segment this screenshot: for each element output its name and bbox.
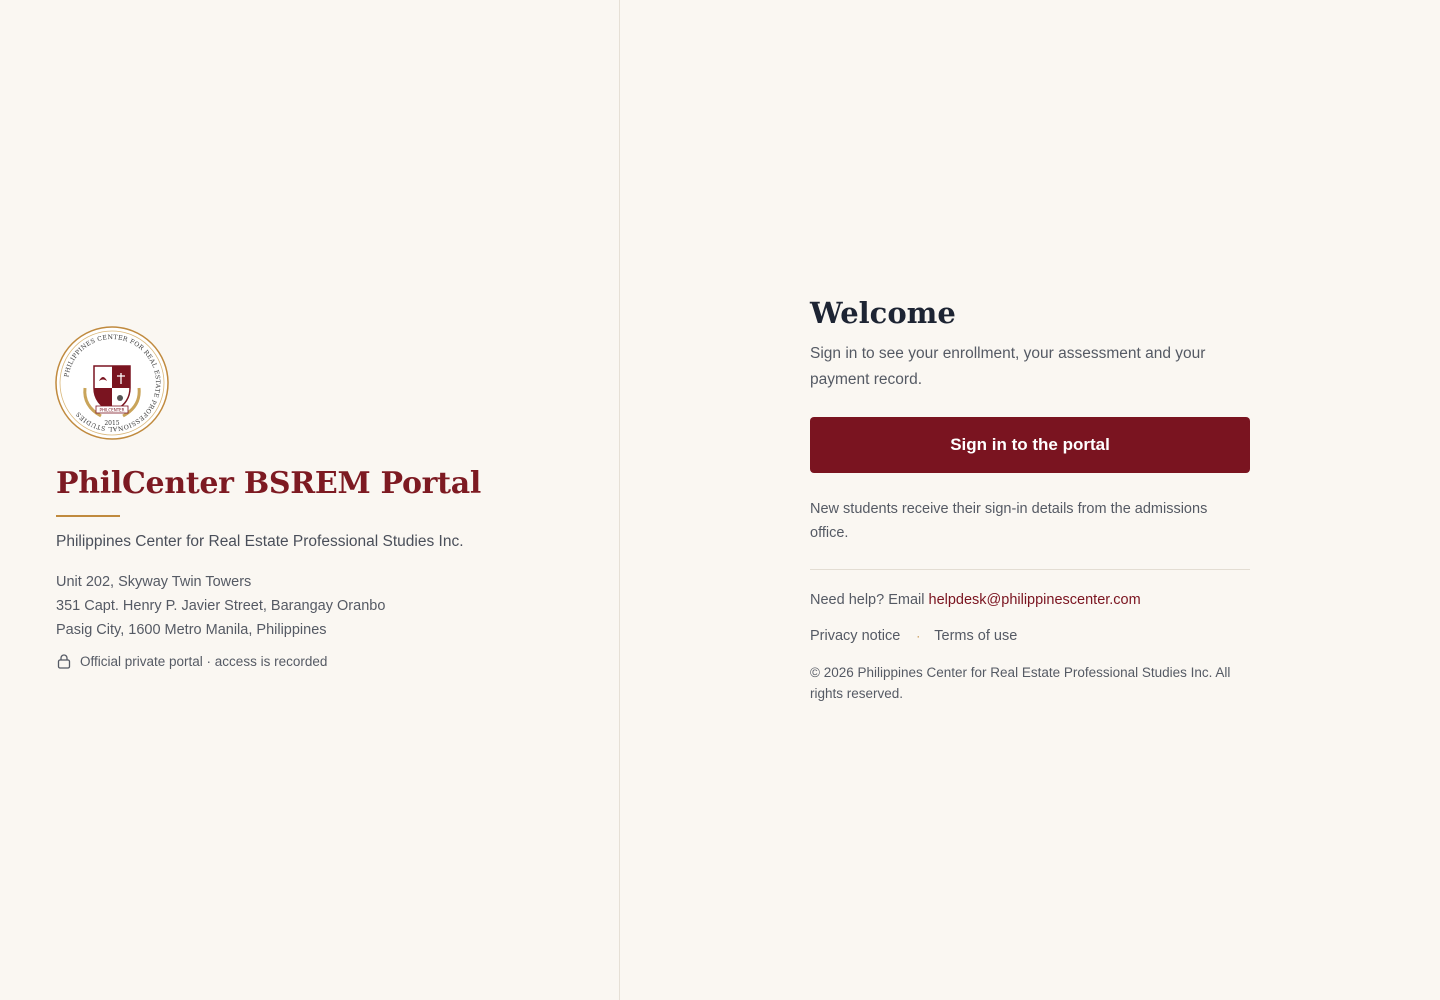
copyright-text: © 2026 Philippines Center for Real Estat…: [810, 665, 1231, 701]
address-line: Pasig City, 1600 Metro Manila, Philippin…: [56, 622, 327, 638]
svg-text:PHILCENTER: PHILCENTER: [100, 408, 125, 413]
brand-panel: PHILIPPINES CENTER FOR REAL ESTATE PROFE…: [0, 0, 620, 1000]
helpdesk-email-link[interactable]: helpdesk@philippinescenter.com: [929, 592, 1141, 608]
help-prefix: Need help? Email: [810, 592, 929, 608]
welcome-subheading: Sign in to see your enrollment, your ass…: [810, 345, 1206, 388]
lock-icon: [56, 653, 72, 669]
signin-panel: Welcome Sign in to see your enrollment, …: [620, 0, 1440, 1000]
welcome-heading: Welcome: [810, 296, 956, 330]
address-line: Unit 202, Skyway Twin Towers: [56, 574, 252, 590]
portal-title: PhilCenter BSREM Portal: [56, 466, 481, 501]
link-separator: ·: [916, 629, 921, 643]
divider: [810, 569, 1250, 570]
legal-links: Privacy notice · Terms of use: [810, 628, 1017, 644]
sign-in-button[interactable]: Sign in to the portal: [810, 417, 1250, 473]
address-line: 351 Capt. Henry P. Javier Street, Barang…: [56, 598, 386, 614]
private-portal-text: Official private portal · access is reco…: [80, 653, 328, 669]
institution-seal: PHILIPPINES CENTER FOR REAL ESTATE PROFE…: [55, 326, 169, 440]
terms-of-use-link[interactable]: Terms of use: [934, 628, 1017, 644]
help-text: Need help? Email helpdesk@philippinescen…: [810, 592, 1141, 608]
address-block: Unit 202, Skyway Twin Towers 351 Capt. H…: [56, 570, 385, 642]
private-portal-notice: Official private portal · access is reco…: [56, 653, 327, 669]
privacy-notice-link[interactable]: Privacy notice: [810, 628, 900, 644]
new-students-note: New students receive their sign-in detai…: [810, 501, 1208, 541]
title-underline: [56, 515, 120, 517]
organization-name: Philippines Center for Real Estate Profe…: [56, 533, 464, 550]
svg-text:2015: 2015: [104, 420, 119, 427]
